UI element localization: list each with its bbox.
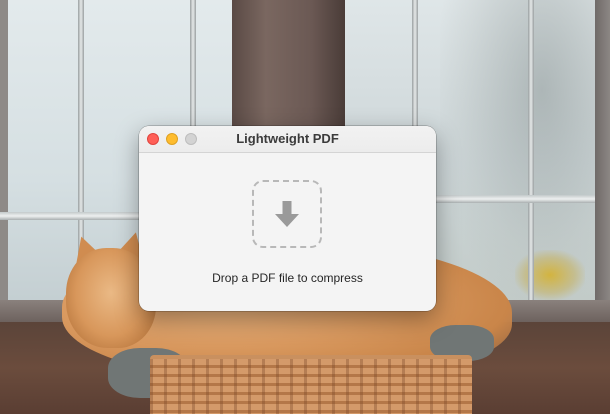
drop-zone[interactable] xyxy=(252,180,322,248)
window-title: Lightweight PDF xyxy=(236,131,339,146)
title-bar[interactable]: Lightweight PDF xyxy=(139,126,436,153)
app-window: Lightweight PDF Drop a PDF file to compr… xyxy=(139,126,436,311)
window-content: Drop a PDF file to compress xyxy=(139,153,436,311)
download-arrow-icon xyxy=(275,201,299,227)
drop-instruction: Drop a PDF file to compress xyxy=(212,271,363,285)
